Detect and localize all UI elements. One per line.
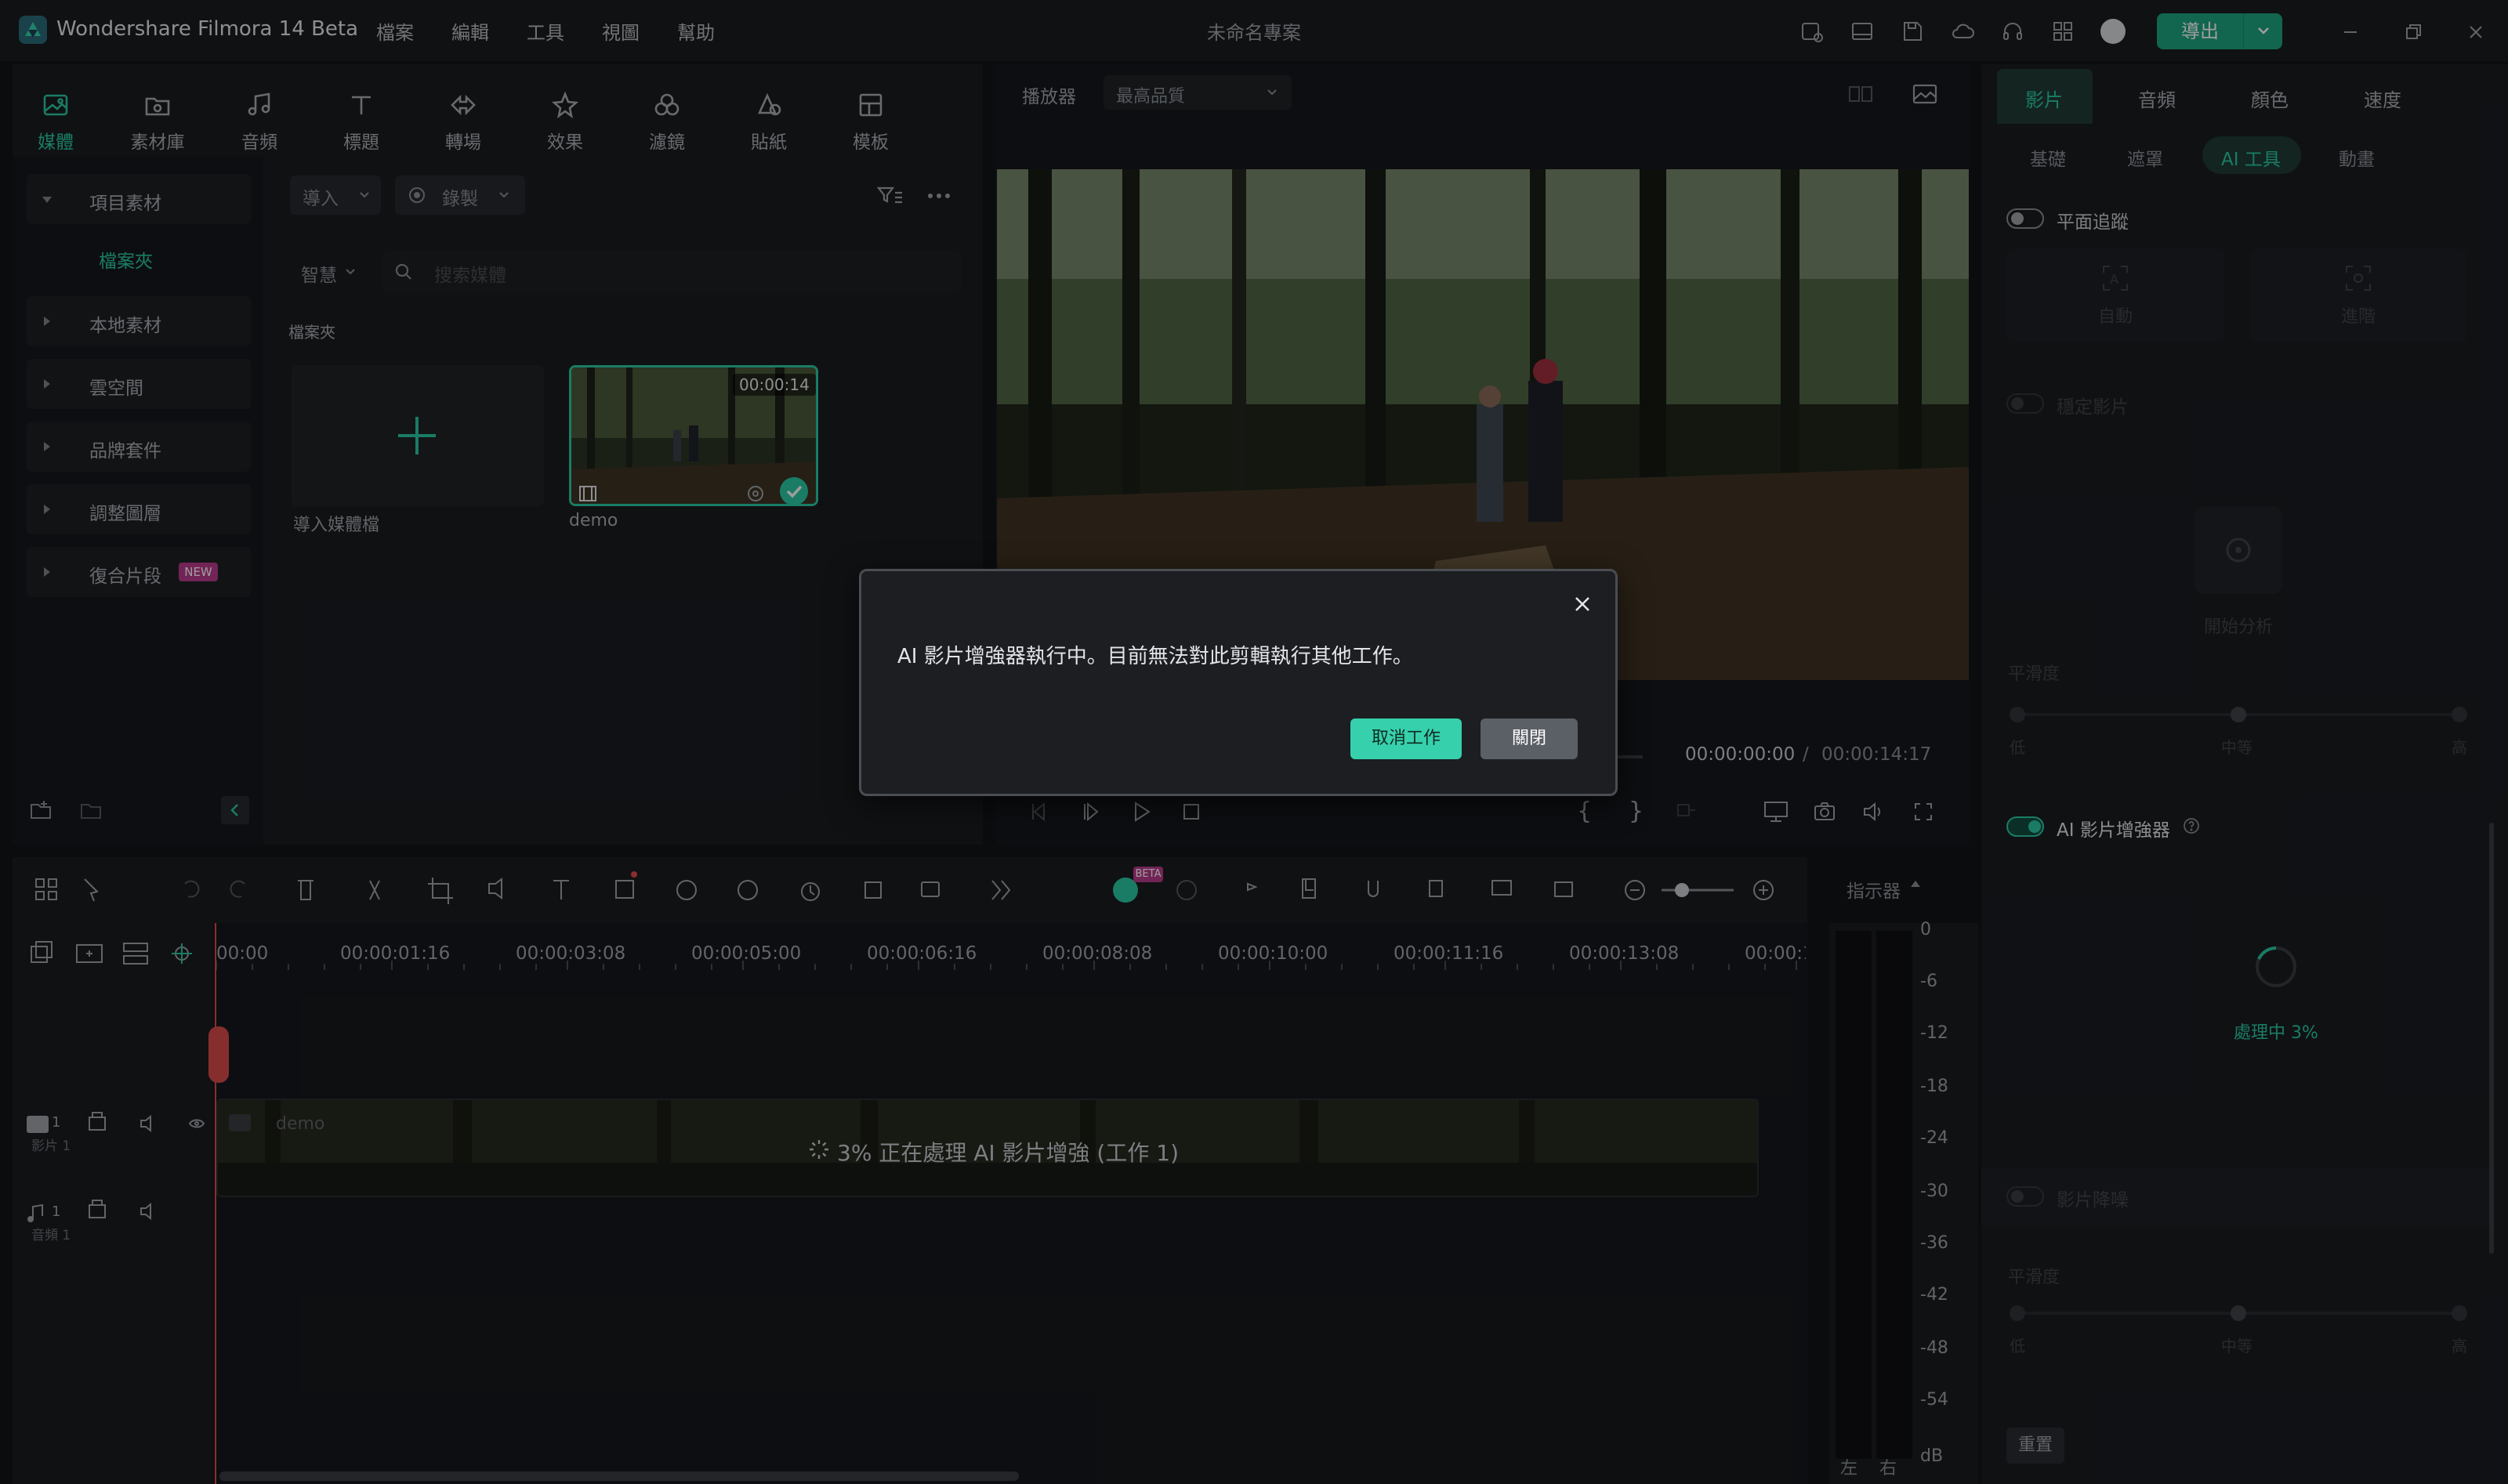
close-icon[interactable] [1570,592,1595,617]
dialog-message: AI 影片增強器執行中。目前無法對此剪輯執行其他工作。 [897,645,1413,668]
filmora-window: Wondershare Filmora 14 Beta 檔案 編輯 工具 視圖 … [0,0,2508,1484]
ai-enhancer-dialog: AI 影片增強器執行中。目前無法對此剪輯執行其他工作。 取消工作 關閉 [859,569,1618,796]
cancel-job-button[interactable]: 取消工作 [1350,718,1462,759]
close-button[interactable]: 關閉 [1481,718,1578,759]
